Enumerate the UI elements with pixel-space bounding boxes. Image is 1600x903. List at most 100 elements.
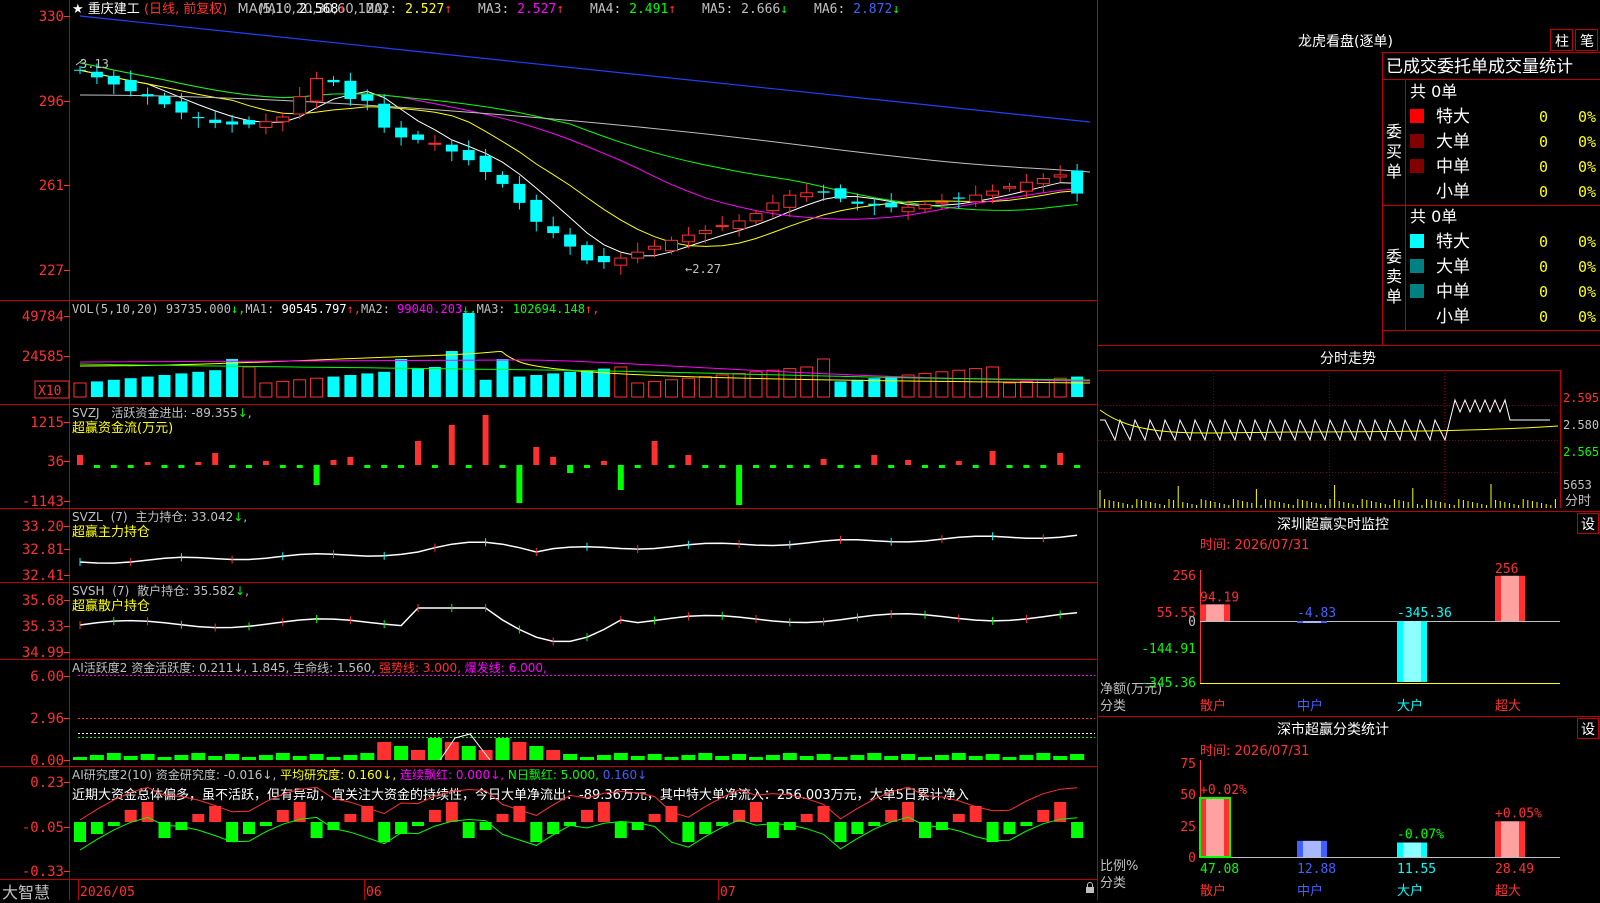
ai-active-bar xyxy=(258,755,273,760)
sz-monitor-tick: 256 xyxy=(1173,569,1196,584)
sz-monitor-bar xyxy=(1200,604,1230,621)
ai-active-bar xyxy=(596,755,611,760)
candle-body xyxy=(344,80,357,99)
order-count: 0 xyxy=(1539,108,1548,126)
high-price-label: 3.13 xyxy=(80,57,109,71)
svzj-bar xyxy=(93,465,100,468)
ai-research-bar xyxy=(344,814,357,822)
ai-active-bar xyxy=(1019,755,1034,760)
order-count: 0 xyxy=(1539,183,1548,201)
order-pct: 0% xyxy=(1578,108,1596,126)
ai-active-bar xyxy=(427,738,442,760)
candle-body xyxy=(276,116,290,123)
volume-bar xyxy=(935,371,949,398)
ai-research-bar xyxy=(74,822,86,842)
volume-bar xyxy=(428,367,441,397)
period-label[interactable]: (日线, 前复权) xyxy=(144,1,227,17)
svzj-bar xyxy=(1023,465,1030,468)
svsh-panel: 35.6835.3334.99 SVSH (7) 散户持仓: 35.582↓, … xyxy=(22,583,1078,661)
sz-monitor-category: 中户 xyxy=(1297,698,1323,714)
y-tick: 227 xyxy=(39,263,64,279)
tab-tick-chart[interactable]: 笔 xyxy=(1575,29,1598,51)
ai-research-bar xyxy=(1037,810,1050,822)
volume-bar xyxy=(969,368,983,398)
volume-bar xyxy=(327,376,340,397)
ai-research-note: 近期大资金总体偏多，虽不活跃，但有异动，宜关注大资金的持续性，今日大单净流出：-… xyxy=(72,787,969,803)
order-type: 中单 xyxy=(1436,157,1470,177)
panel-frames xyxy=(0,0,1600,900)
ma-lines xyxy=(79,15,1091,257)
svzj-bar xyxy=(972,465,979,468)
ai-active-bar xyxy=(816,754,831,760)
sz-monitor-bar xyxy=(1495,575,1525,621)
volume-bar xyxy=(513,376,526,397)
buy-orders: 共 0单委买单 特大 0 0% 大单 0 0% 中单 0 0% 小单 0 0% xyxy=(1386,82,1596,202)
svzj-bar xyxy=(584,465,590,468)
ai-research-bar xyxy=(259,822,272,826)
intraday-tick-low: 2.565 xyxy=(1563,445,1599,459)
candle-body xyxy=(800,192,814,198)
candle-body xyxy=(1019,181,1033,192)
candle-body xyxy=(732,220,746,230)
volume-bar xyxy=(952,369,966,398)
candle-body xyxy=(766,202,780,212)
y-tick: 35.33 xyxy=(22,619,64,635)
sz-stats-tick: 50 xyxy=(1180,788,1196,803)
svzj-bar xyxy=(1006,465,1013,468)
svzl-y-axis: 33.20 32.81 32.41 xyxy=(22,519,70,584)
volume-bar xyxy=(681,377,695,398)
ai-research-bar xyxy=(868,822,881,826)
ai-research-bar xyxy=(378,822,391,842)
tab-bar-chart[interactable]: 柱 xyxy=(1550,29,1573,51)
dragon-tiger-header: 已成交委托单成交量统计 xyxy=(1386,57,1573,77)
ai-active-panel: 6.00 2.96 0.00 AI活跃度2 资金活跃度: 0.211↓, 1.845… xyxy=(30,660,1095,769)
ai-active-bar xyxy=(951,753,966,760)
sz-stats-bar xyxy=(1297,840,1327,857)
volume-bar xyxy=(783,368,797,398)
order-type: 中单 xyxy=(1436,282,1470,302)
ai-research-bar xyxy=(851,822,864,834)
volume-bar xyxy=(564,371,577,397)
candle-body xyxy=(513,183,526,203)
sz-monitor-value: -345.36 xyxy=(1397,606,1452,621)
order-count: 0 xyxy=(1539,233,1548,251)
y-tick: 33.20 xyxy=(22,519,64,535)
candle-body xyxy=(378,103,391,128)
ai-research-bar xyxy=(226,822,239,842)
svzj-bar xyxy=(364,465,371,468)
ai-active-bar xyxy=(850,755,865,760)
sz-monitor-settings-button[interactable]: 设 xyxy=(1577,513,1599,534)
ai-research-bar xyxy=(935,822,948,830)
ma-line xyxy=(79,62,1078,211)
candlesticks xyxy=(74,63,1084,275)
svzj-bar xyxy=(905,460,912,465)
volume-bar xyxy=(293,379,307,398)
svzj-bar xyxy=(685,455,692,465)
y-tick: 2.96 xyxy=(30,711,64,727)
volume-bar xyxy=(158,375,171,397)
svzj-bar xyxy=(617,465,624,490)
svzj-bar xyxy=(178,465,185,468)
sz-stats-tick: 75 xyxy=(1180,757,1196,772)
volume-bar xyxy=(226,359,239,397)
svzj-bar xyxy=(786,465,793,468)
candle-body xyxy=(986,190,1000,196)
ai-active-bar xyxy=(1002,757,1017,760)
ai-active-bar xyxy=(360,753,375,760)
ai-research-bar xyxy=(614,822,627,838)
volume-bar xyxy=(192,371,205,397)
svzj-bar xyxy=(499,465,506,468)
order-color-swatch xyxy=(1410,109,1424,123)
candle-body xyxy=(698,229,712,235)
lock-icon[interactable] xyxy=(1086,882,1094,894)
sz-stats-settings-button[interactable]: 设 xyxy=(1577,718,1599,739)
volume-bar xyxy=(715,374,729,398)
ai-active-bar xyxy=(698,753,713,760)
sz-monitor-category: 大户 xyxy=(1397,698,1423,714)
svzj-bar xyxy=(736,465,743,505)
sz-stats-category: 超大 xyxy=(1495,884,1521,899)
svzl-subtitle: 超赢主力持仓 xyxy=(72,524,150,540)
favorite-star-icon[interactable]: ★ xyxy=(72,2,84,17)
volume-bar xyxy=(530,375,543,397)
ai-research-legend: AI研究度2(10) 资金研究度: -0.016↓, 平均研究度: 0.160↓… xyxy=(72,767,647,782)
